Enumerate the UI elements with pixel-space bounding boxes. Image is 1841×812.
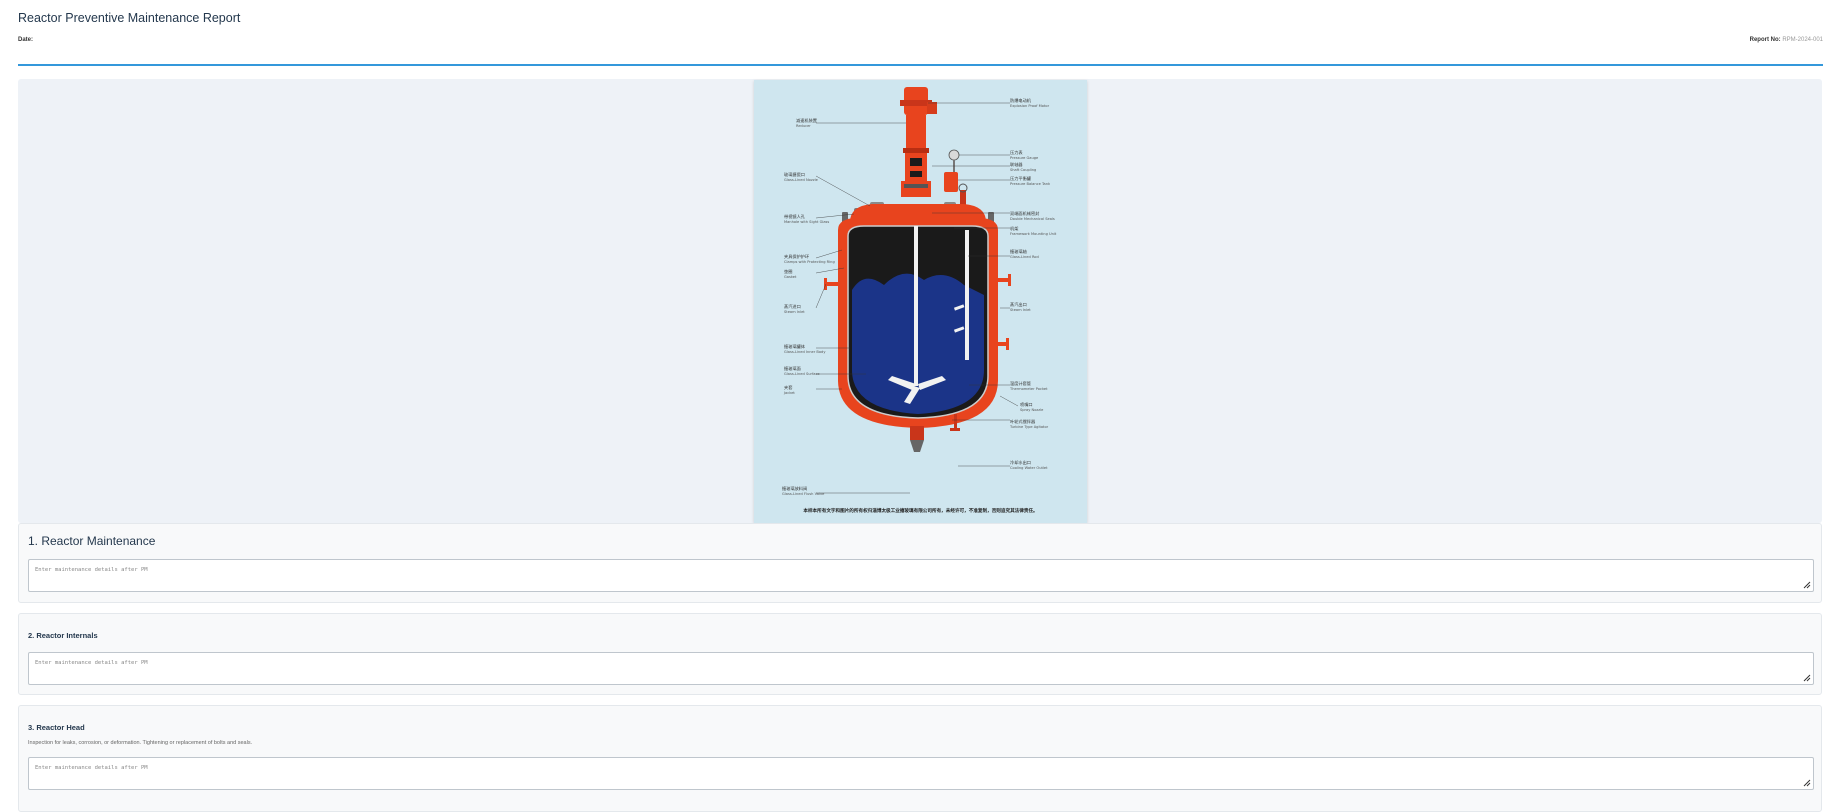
textarea-placeholder: Enter maintenance details after PM <box>35 567 148 573</box>
svg-text:双端面机械密封: 双端面机械密封 <box>1010 210 1039 217</box>
section-reactor-maintenance: 1. Reactor Maintenance Enter maintenance… <box>18 523 1822 603</box>
svg-text:带视镜人孔: 带视镜人孔 <box>784 213 806 220</box>
textarea-placeholder: Enter maintenance details after PM <box>35 660 148 666</box>
svg-text:Steam Inlet: Steam Inlet <box>784 310 805 314</box>
flush-valve-shape <box>910 440 924 452</box>
svg-text:垫圈: 垫圈 <box>784 268 792 275</box>
section-description-reactor-head: Inspection for leaks, corrosion, or defo… <box>28 740 253 746</box>
svg-text:Double Mechanical Seals: Double Mechanical Seals <box>1010 217 1055 221</box>
pressure-balance-tank-shape <box>944 172 958 192</box>
diagram-copyright-footer: 本样本所有文字和图片的所有权归淄博太极工业搪玻璃有限公司所有，未经许可，不准复制… <box>802 507 1037 514</box>
svg-text:喷嘴口: 喷嘴口 <box>1020 401 1033 408</box>
textarea-placeholder: Enter maintenance details after PM <box>35 765 148 771</box>
svg-text:Glass-Lined Nozzle: Glass-Lined Nozzle <box>784 178 819 182</box>
svg-text:Glass-Lined Inner Body: Glass-Lined Inner Body <box>784 350 826 354</box>
svg-text:Cooling Water Outlet: Cooling Water Outlet <box>1010 466 1048 470</box>
svg-text:Glass-Lined Flush Valve: Glass-Lined Flush Valve <box>782 492 825 496</box>
right-callout-labels: 防爆电动机 Explosion Proof Motor 压力表 Pressure… <box>1009 97 1057 470</box>
date-label: Date: <box>18 37 34 43</box>
svg-text:搪玻璃轴: 搪玻璃轴 <box>1010 248 1027 255</box>
svg-text:Spray Nozzle: Spray Nozzle <box>1020 408 1044 412</box>
svg-text:Steam Inlet: Steam Inlet <box>1010 308 1031 312</box>
section-title-reactor-head: 3. Reactor Head <box>28 723 85 732</box>
report-number-label: Report No: <box>1749 37 1781 43</box>
report-number-value: RPM-2024-001 <box>1782 37 1823 43</box>
reducer-flange <box>903 148 929 153</box>
nozzle-lower-right <box>998 342 1006 346</box>
svg-text:夹具保护护环: 夹具保护护环 <box>784 253 809 260</box>
section-reactor-internals: 2. Reactor Internals Enter maintenance d… <box>18 613 1822 695</box>
resize-handle-icon[interactable] <box>1803 779 1811 787</box>
svg-text:Glass-Lined Rod: Glass-Lined Rod <box>1010 255 1039 259</box>
pressure-gauge-shape <box>948 149 960 161</box>
thermometer-pocket-shape <box>965 230 969 360</box>
svg-text:玻璃搪瓷口: 玻璃搪瓷口 <box>784 171 805 178</box>
svg-text:蒸汽进口: 蒸汽进口 <box>784 303 801 310</box>
steam-outlet-flange <box>1008 274 1011 286</box>
svg-text:Framework Mounting Unit: Framework Mounting Unit <box>1010 232 1057 236</box>
svg-text:机架: 机架 <box>1010 225 1018 232</box>
svg-text:温度计套管: 温度计套管 <box>1010 380 1031 387</box>
svg-text:Jacket: Jacket <box>783 391 795 395</box>
section-title-reactor-maintenance: 1. Reactor Maintenance <box>28 534 156 548</box>
svg-text:Clamps with Protecting Ring: Clamps with Protecting Ring <box>784 260 835 264</box>
svg-text:Shaft Coupling: Shaft Coupling <box>1010 168 1036 172</box>
page-title: Reactor Preventive Maintenance Report <box>18 11 241 25</box>
coupling-window <box>910 158 922 166</box>
svg-text:联轴器: 联轴器 <box>1010 161 1023 168</box>
svg-text:Gasket: Gasket <box>784 275 797 279</box>
motor-box <box>927 102 937 114</box>
reactor-diagram-panel: 减速机装置 Reducer 玻璃搪瓷口 Glass-Lined Nozzle 带… <box>18 79 1822 523</box>
svg-text:Manhole with Sight Glass: Manhole with Sight Glass <box>784 220 829 224</box>
svg-text:减速机装置: 减速机装置 <box>796 117 817 124</box>
svg-text:Thermometer Pocket: Thermometer Pocket <box>1009 387 1048 391</box>
resize-handle-icon[interactable] <box>1803 674 1811 682</box>
steam-outlet-shape <box>998 278 1008 282</box>
svg-text:压力平衡罐: 压力平衡罐 <box>1010 175 1032 182</box>
report-page: Reactor Preventive Maintenance Report Da… <box>0 0 1841 812</box>
svg-text:Turbine Type Agitator: Turbine Type Agitator <box>1009 425 1049 429</box>
svg-text:防爆电动机: 防爆电动机 <box>1010 97 1032 104</box>
gauge-stem <box>953 160 955 174</box>
steam-inlet-shape <box>826 282 838 286</box>
svg-text:Pressure Gauge: Pressure Gauge <box>1010 156 1039 160</box>
svg-text:夹套: 夹套 <box>784 384 793 391</box>
bottom-outlet-shape <box>910 426 924 440</box>
reactor-internals-textarea[interactable]: Enter maintenance details after PM <box>28 652 1814 685</box>
section-title-reactor-internals: 2. Reactor Internals <box>28 631 98 640</box>
reactor-head-textarea[interactable]: Enter maintenance details after PM <box>28 757 1814 790</box>
seal-band <box>904 184 928 188</box>
cooling-outlet-pipe <box>954 414 957 430</box>
resize-handle-icon[interactable] <box>1803 581 1811 589</box>
svg-text:压力表: 压力表 <box>1010 149 1023 156</box>
svg-text:Pressure Balance Tank: Pressure Balance Tank <box>1010 182 1051 186</box>
svg-text:Glass-Lined Surface: Glass-Lined Surface <box>784 372 820 376</box>
reactor-diagram: 减速机装置 Reducer 玻璃搪瓷口 Glass-Lined Nozzle 带… <box>754 80 1087 523</box>
nozzle-lower-right-flange <box>1006 338 1009 350</box>
coupling-window-2 <box>910 171 922 177</box>
svg-text:Reducer: Reducer <box>796 124 811 128</box>
report-header: Reactor Preventive Maintenance Report Da… <box>18 0 1823 66</box>
svg-text:搪玻璃面: 搪玻璃面 <box>784 365 801 372</box>
cooling-outlet-flange <box>950 428 960 431</box>
reactor-maintenance-textarea[interactable]: Enter maintenance details after PM <box>28 559 1814 592</box>
left-callout-labels: 减速机装置 Reducer 玻璃搪瓷口 Glass-Lined Nozzle 带… <box>782 117 835 496</box>
reactor-illustration: 减速机装置 Reducer 玻璃搪瓷口 Glass-Lined Nozzle 带… <box>782 87 1057 514</box>
svg-text:蒸汽出口: 蒸汽出口 <box>1010 301 1027 308</box>
section-reactor-head: 3. Reactor Head Inspection for leaks, co… <box>18 705 1822 812</box>
mechanical-seal-shape <box>901 181 931 197</box>
svg-text:搪玻璃放料阀: 搪玻璃放料阀 <box>782 485 807 492</box>
report-number: Report No: RPM-2024-001 <box>1750 37 1823 43</box>
reducer-shape <box>906 115 926 149</box>
glass-lined-rod-shape <box>914 226 918 386</box>
svg-text:搪玻璃罐体: 搪玻璃罐体 <box>784 343 806 350</box>
svg-text:冷却水出口: 冷却水出口 <box>1010 459 1031 466</box>
svg-text:Explosion Proof Motor: Explosion Proof Motor <box>1010 104 1050 108</box>
svg-text:叶轮式搅拌器: 叶轮式搅拌器 <box>1010 418 1036 425</box>
